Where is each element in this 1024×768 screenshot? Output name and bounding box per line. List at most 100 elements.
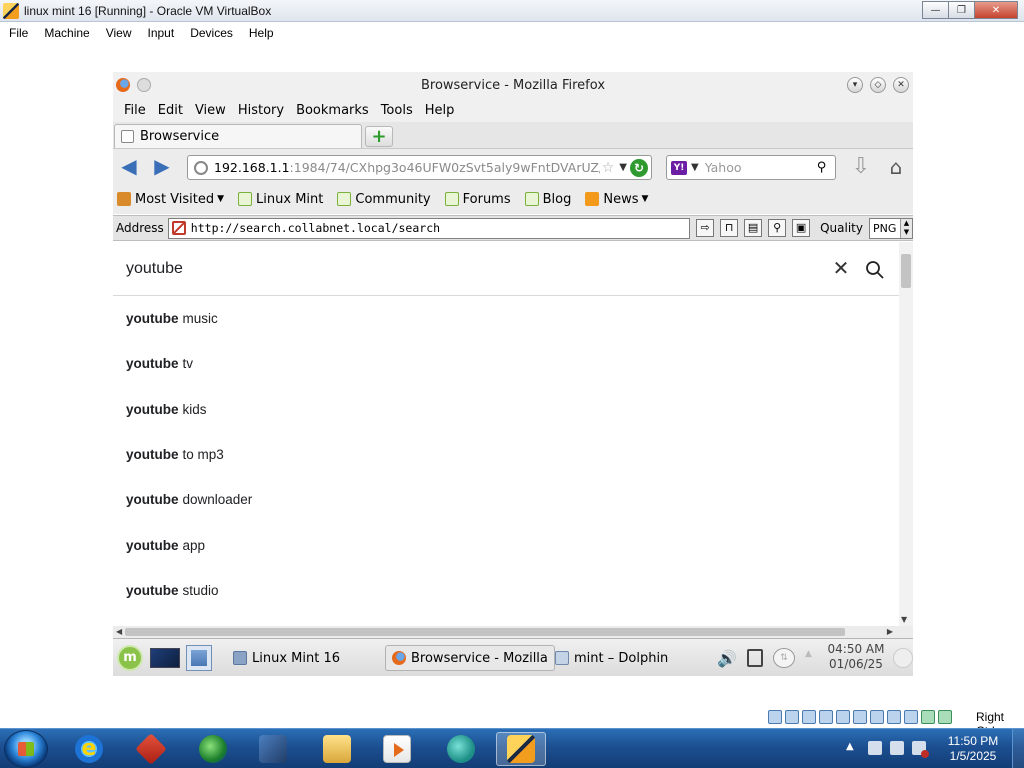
terminal-icon[interactable] xyxy=(150,648,180,668)
taskbar-app-red[interactable] xyxy=(126,732,176,766)
back-arrow-icon[interactable]: ◀ xyxy=(118,156,140,177)
vbox-menu-view[interactable]: View xyxy=(98,26,140,40)
vbox-menu-machine[interactable]: Machine xyxy=(36,26,97,40)
menu-view[interactable]: View xyxy=(189,103,232,118)
reload-icon[interactable]: ↻ xyxy=(630,158,648,177)
bookmark-linux-mint[interactable]: Linux Mint xyxy=(238,192,323,207)
optical-drive-icon[interactable] xyxy=(785,710,799,724)
suggestion-item[interactable]: youtube kids xyxy=(113,387,899,432)
minimize-icon[interactable]: ▾ xyxy=(847,77,863,93)
minimize-button[interactable]: — xyxy=(922,1,948,19)
search-bar[interactable]: Y! ▼ ⚲ xyxy=(666,155,836,180)
start-button[interactable] xyxy=(4,730,48,768)
taskbar-download-manager[interactable] xyxy=(188,732,238,766)
windows-clock[interactable]: 11:50 PM 1/5/2025 xyxy=(940,734,1006,764)
home-icon[interactable]: ⌂ xyxy=(885,156,907,178)
menu-help[interactable]: Help xyxy=(419,103,461,118)
yahoo-icon[interactable]: Y! xyxy=(671,160,687,175)
menu-file[interactable]: File xyxy=(118,103,152,118)
download-arrow-icon[interactable]: ⇩ xyxy=(851,156,871,179)
taskbar-internet-explorer[interactable]: e xyxy=(64,732,114,766)
menu-tools[interactable]: Tools xyxy=(375,103,419,118)
mint-menu-icon[interactable]: m xyxy=(117,645,143,671)
taskbar-item-dolphin[interactable]: mint – Dolphin xyxy=(549,645,674,671)
quality-selector[interactable]: PNG ▲ ▼ xyxy=(869,217,913,239)
display-icon[interactable] xyxy=(870,710,884,724)
taskbar-item-linux-mint[interactable]: Linux Mint 16 xyxy=(227,645,346,671)
file-manager-icon[interactable] xyxy=(186,645,212,671)
url-bar[interactable]: 192.168.1.1 :1984/74/CXhpg3o46UFW0zSvt5a… xyxy=(187,155,652,180)
history-dropdown-icon[interactable]: ▼ xyxy=(619,162,627,173)
show-hidden-icons-icon[interactable]: ▲ xyxy=(846,741,854,752)
suggestion-item[interactable]: youtube to mp3 xyxy=(113,432,899,477)
shared-folders-icon[interactable] xyxy=(853,710,867,724)
spinner-icon[interactable]: ▲ ▼ xyxy=(900,218,912,238)
binoculars-icon[interactable]: ⚲ xyxy=(817,160,827,175)
usb-icon[interactable] xyxy=(836,710,850,724)
address-field[interactable]: http://search.collabnet.local/search xyxy=(167,217,691,239)
scroll-left-icon[interactable]: ◀ xyxy=(116,627,122,636)
taskbar-virtualbox-manager[interactable] xyxy=(248,732,298,766)
suggestion-item[interactable]: youtube app xyxy=(113,522,899,567)
battery-icon[interactable] xyxy=(747,649,763,667)
new-tab-button[interactable]: + xyxy=(365,126,393,147)
close-icon[interactable]: ✕ xyxy=(893,77,909,93)
taskbar-virtualbox-vm[interactable] xyxy=(496,732,546,766)
taskbar-explorer[interactable] xyxy=(312,732,362,766)
bookmark-blog[interactable]: Blog xyxy=(524,192,571,207)
keyboard-capture-icon[interactable] xyxy=(938,710,952,724)
tray-expand-icon[interactable]: ▲ xyxy=(805,649,812,659)
vbox-menu-help[interactable]: Help xyxy=(241,26,282,40)
restore-button[interactable]: ❐ xyxy=(948,1,974,19)
network-adapter-icon[interactable] xyxy=(819,710,833,724)
go-arrow-icon[interactable]: ⇨ xyxy=(696,219,715,237)
hard-disk-icon[interactable] xyxy=(768,710,782,724)
taskbar-app-teal[interactable] xyxy=(436,732,486,766)
search-box[interactable]: youtube ✕ xyxy=(113,242,899,296)
search-input[interactable] xyxy=(704,160,817,175)
vertical-scrollbar[interactable]: ▼ xyxy=(899,242,913,626)
search-engine-dropdown-icon[interactable]: ▼ xyxy=(691,162,699,173)
forward-arrow-icon[interactable]: ▶ xyxy=(151,156,173,177)
window-menu-icon[interactable] xyxy=(137,78,151,92)
vbox-menu-input[interactable]: Input xyxy=(140,26,183,40)
mint-clock[interactable]: 04:50 AM 01/06/25 xyxy=(821,642,891,672)
bookmark-community[interactable]: Community xyxy=(337,192,431,207)
show-desktop-button[interactable] xyxy=(1012,729,1024,768)
clear-icon[interactable]: ✕ xyxy=(832,258,850,278)
find-icon[interactable]: ⚲ xyxy=(768,219,787,237)
vbox-menu-file[interactable]: File xyxy=(0,26,36,40)
network-icon[interactable]: ⇅ xyxy=(773,648,795,668)
menu-bookmarks[interactable]: Bookmarks xyxy=(290,103,375,118)
scrollbar-thumb[interactable] xyxy=(125,628,845,636)
clipboard-icon[interactable]: ▣ xyxy=(792,219,811,237)
action-center-flag-icon[interactable] xyxy=(890,741,904,755)
power-icon[interactable] xyxy=(893,648,913,668)
close-button[interactable]: ✕ xyxy=(974,1,1018,19)
suggestion-item[interactable]: youtube downloader xyxy=(113,477,899,522)
bookmark-star-icon[interactable]: ☆ xyxy=(602,160,615,176)
menu-edit[interactable]: Edit xyxy=(152,103,189,118)
tab-browservice[interactable]: Browservice xyxy=(114,124,362,148)
network-icon[interactable] xyxy=(868,741,882,755)
scroll-down-icon[interactable]: ▼ xyxy=(901,615,907,624)
scroll-right-icon[interactable]: ▶ xyxy=(887,627,893,636)
suggestion-item[interactable]: youtube music xyxy=(113,296,899,341)
search-icon[interactable] xyxy=(865,260,885,280)
menu-history[interactable]: History xyxy=(232,103,290,118)
bookmarks-list-icon[interactable]: ▤ xyxy=(744,219,763,237)
bookmark-most-visited[interactable]: Most Visited ▼ xyxy=(117,192,224,207)
search-query[interactable]: youtube xyxy=(126,260,183,278)
audio-icon[interactable] xyxy=(802,710,816,724)
horizontal-scrollbar[interactable]: ◀ ▶ xyxy=(113,626,913,638)
taskbar-item-browservice[interactable]: Browservice - Mozilla xyxy=(385,645,555,671)
maximize-icon[interactable]: ◇ xyxy=(870,77,886,93)
scrollbar-thumb[interactable] xyxy=(901,254,911,288)
suggestion-item[interactable]: youtube tv xyxy=(113,341,899,386)
video-capture-icon[interactable] xyxy=(887,710,901,724)
bookmark-forums[interactable]: Forums xyxy=(444,192,511,207)
virtualization-icon[interactable] xyxy=(904,710,918,724)
volume-icon[interactable]: 🔊 xyxy=(717,649,737,668)
vbox-menu-devices[interactable]: Devices xyxy=(182,26,241,40)
suggestion-item[interactable]: youtube studio xyxy=(113,568,899,613)
